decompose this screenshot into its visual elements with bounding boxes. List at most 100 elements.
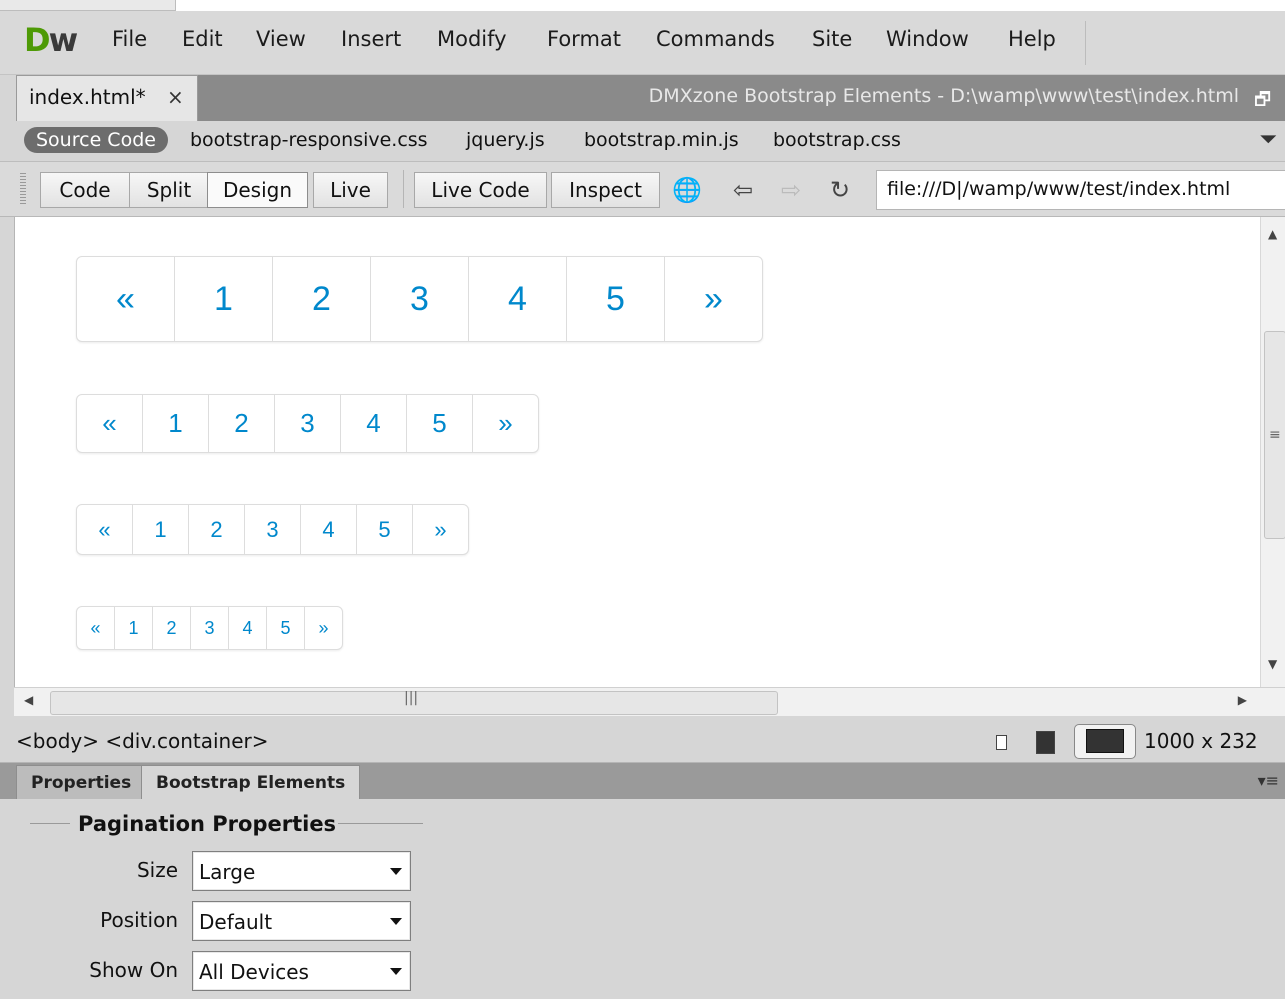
top-strip bbox=[0, 0, 1285, 11]
tag-selector[interactable]: <body> <div.container> bbox=[16, 729, 269, 753]
dreamweaver-logo: Dw bbox=[24, 21, 79, 59]
show-on-label: Show On bbox=[89, 958, 178, 982]
code-view-button[interactable]: Code bbox=[40, 172, 130, 208]
pagination-mini: « 1 2 3 4 5 » bbox=[76, 606, 343, 650]
show-on-select-value: All Devices bbox=[199, 960, 309, 984]
pagination-large-page-4[interactable]: 4 bbox=[469, 257, 567, 341]
pagination-mini-prev[interactable]: « bbox=[77, 607, 115, 649]
menu-help[interactable]: Help bbox=[1008, 27, 1056, 51]
menu-view[interactable]: View bbox=[256, 27, 306, 51]
window-title: DMXzone Bootstrap Elements - D:\wamp\www… bbox=[648, 85, 1239, 107]
pagination-large-page-5[interactable]: 5 bbox=[567, 257, 665, 341]
pagination-mini-page-5[interactable]: 5 bbox=[267, 607, 305, 649]
restore-window-icon[interactable]: 🗗 bbox=[1254, 87, 1271, 117]
toolbar-grip[interactable] bbox=[20, 173, 26, 205]
pagination-properties-title: Pagination Properties bbox=[78, 812, 337, 836]
pagination-small-next[interactable]: » bbox=[413, 505, 468, 554]
mobile-size-icon[interactable] bbox=[996, 735, 1007, 750]
back-arrow-icon[interactable]: ⇦ bbox=[733, 176, 753, 204]
group-line-left bbox=[30, 823, 70, 824]
pagination-small-page-5[interactable]: 5 bbox=[357, 505, 413, 554]
scroll-left-icon[interactable]: ◀ bbox=[24, 693, 33, 707]
size-select[interactable]: Large bbox=[192, 851, 411, 891]
browser-preview-icon[interactable]: 🌐 bbox=[672, 176, 702, 204]
live-view-button[interactable]: Live bbox=[313, 172, 388, 208]
pagination-small-page-1[interactable]: 1 bbox=[133, 505, 189, 554]
menu-modify[interactable]: Modify bbox=[437, 27, 507, 51]
refresh-icon[interactable]: ↻ bbox=[830, 176, 850, 204]
pagination-default-next[interactable]: » bbox=[473, 395, 538, 452]
pagination-default-page-3[interactable]: 3 bbox=[275, 395, 341, 452]
forward-arrow-icon[interactable]: ⇨ bbox=[781, 176, 801, 204]
dreamweaver-window: Dw File Edit View Insert Modify Format C… bbox=[0, 0, 1285, 999]
panel-menu-icon[interactable]: ▾≡ bbox=[1258, 771, 1279, 790]
tab-properties[interactable]: Properties bbox=[16, 765, 147, 801]
size-label: Size bbox=[136, 858, 178, 882]
pagination-large-next[interactable]: » bbox=[665, 257, 762, 341]
pagination-large-page-3[interactable]: 3 bbox=[371, 257, 469, 341]
pagination-large-page-1[interactable]: 1 bbox=[175, 257, 273, 341]
document-tab-label: index.html* bbox=[29, 85, 146, 109]
pagination-small-page-2[interactable]: 2 bbox=[189, 505, 245, 554]
document-tab-bar: index.html* × DMXzone Bootstrap Elements… bbox=[0, 75, 1285, 122]
toolbar-separator bbox=[403, 170, 404, 208]
pagination-mini-page-2[interactable]: 2 bbox=[153, 607, 191, 649]
pagination-mini-next[interactable]: » bbox=[305, 607, 342, 649]
logo-letter-w: w bbox=[48, 21, 79, 59]
menu-window[interactable]: Window bbox=[886, 27, 969, 51]
horizontal-scrollbar[interactable]: ◀ ||| ▶ bbox=[14, 687, 1285, 716]
scroll-down-icon[interactable]: ▼ bbox=[1268, 657, 1277, 671]
close-icon[interactable]: × bbox=[167, 85, 184, 109]
related-file-jquery[interactable]: jquery.js bbox=[466, 129, 545, 151]
inspect-button[interactable]: Inspect bbox=[551, 172, 660, 208]
menu-format[interactable]: Format bbox=[547, 27, 621, 51]
document-tab[interactable]: index.html* × bbox=[16, 75, 198, 122]
pagination-default: « 1 2 3 4 5 » bbox=[76, 394, 539, 453]
desktop-size-icon[interactable] bbox=[1074, 724, 1136, 759]
top-strip-tab bbox=[0, 0, 176, 11]
status-bar: <body> <div.container> 1000 x 232 bbox=[0, 716, 1285, 763]
pagination-default-page-1[interactable]: 1 bbox=[143, 395, 209, 452]
pagination-default-page-2[interactable]: 2 bbox=[209, 395, 275, 452]
address-bar[interactable] bbox=[876, 170, 1285, 210]
related-file-bootstrap-css[interactable]: bootstrap.css bbox=[773, 129, 901, 151]
menu-insert[interactable]: Insert bbox=[341, 27, 401, 51]
pagination-mini-page-3[interactable]: 3 bbox=[191, 607, 229, 649]
tablet-size-icon[interactable] bbox=[1036, 731, 1055, 754]
design-view-button[interactable]: Design bbox=[207, 172, 308, 208]
pagination-small-prev[interactable]: « bbox=[77, 505, 133, 554]
related-file-bootstrap-min[interactable]: bootstrap.min.js bbox=[584, 129, 739, 151]
pagination-small-page-4[interactable]: 4 bbox=[301, 505, 357, 554]
source-code-button[interactable]: Source Code bbox=[24, 127, 168, 153]
pagination-large-prev[interactable]: « bbox=[77, 257, 175, 341]
related-file-bootstrap-responsive[interactable]: bootstrap-responsive.css bbox=[190, 129, 428, 151]
pagination-mini-page-1[interactable]: 1 bbox=[115, 607, 153, 649]
tab-bootstrap-elements[interactable]: Bootstrap Elements bbox=[141, 765, 361, 800]
menu-site[interactable]: Site bbox=[812, 27, 852, 51]
vertical-scrollbar[interactable]: ▲ ≡ ▼ bbox=[1260, 217, 1285, 687]
menu-commands[interactable]: Commands bbox=[656, 27, 775, 51]
related-files-bar: Source Code bootstrap-responsive.css jqu… bbox=[0, 121, 1285, 162]
pagination-small-page-3[interactable]: 3 bbox=[245, 505, 301, 554]
pagination-default-prev[interactable]: « bbox=[77, 395, 143, 452]
position-label: Position bbox=[100, 908, 178, 932]
menu-file[interactable]: File bbox=[112, 27, 147, 51]
address-input[interactable] bbox=[877, 171, 1285, 207]
logo-letter-d: D bbox=[24, 21, 51, 59]
live-code-button[interactable]: Live Code bbox=[414, 172, 547, 208]
menu-edit[interactable]: Edit bbox=[182, 27, 223, 51]
scroll-right-icon[interactable]: ▶ bbox=[1238, 693, 1247, 707]
pagination-mini-page-4[interactable]: 4 bbox=[229, 607, 267, 649]
tab-bar-padding bbox=[0, 75, 16, 121]
filter-icon[interactable]: ⏷ bbox=[1259, 127, 1277, 152]
split-view-button[interactable]: Split bbox=[129, 172, 209, 208]
scroll-up-icon[interactable]: ▲ bbox=[1268, 227, 1277, 241]
show-on-select[interactable]: All Devices bbox=[192, 951, 411, 991]
pagination-large-page-2[interactable]: 2 bbox=[273, 257, 371, 341]
design-view-canvas[interactable]: « 1 2 3 4 5 » « 1 2 3 4 5 » « 1 2 3 4 5 … bbox=[14, 217, 1261, 687]
desktop-screen bbox=[1086, 729, 1124, 753]
window-size[interactable]: 1000 x 232 bbox=[1144, 729, 1258, 753]
position-select[interactable]: Default bbox=[192, 901, 411, 941]
pagination-default-page-5[interactable]: 5 bbox=[407, 395, 473, 452]
pagination-default-page-4[interactable]: 4 bbox=[341, 395, 407, 452]
